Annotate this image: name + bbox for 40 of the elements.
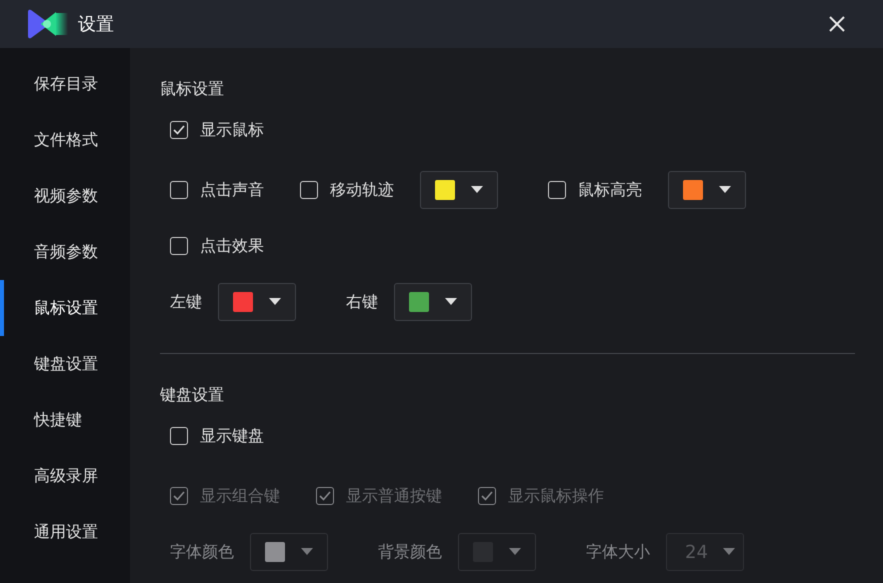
check-icon [173, 491, 185, 501]
field-label: 右键 [346, 292, 378, 312]
color-picker[interactable] [218, 283, 296, 321]
field-label: 左键 [170, 292, 202, 312]
sidebar-item[interactable]: 快捷键 [0, 392, 130, 448]
field-label: 字体颜色 [170, 542, 234, 562]
color-picker[interactable] [668, 171, 746, 209]
window-title: 设置 [78, 13, 115, 36]
sidebar-item[interactable]: 键盘设置 [0, 336, 130, 392]
checkbox[interactable]: 点击声音 [170, 180, 264, 200]
caret-icon [445, 298, 457, 306]
sidebar-item[interactable]: 保存目录 [0, 56, 130, 112]
check-icon [481, 491, 493, 501]
checkbox[interactable]: 鼠标高亮 [548, 180, 642, 200]
close-icon[interactable] [829, 16, 845, 32]
sidebar-item[interactable]: 鼠标设置 [0, 280, 130, 336]
sidebar-item[interactable]: 文件格式 [0, 112, 130, 168]
checkbox[interactable]: 显示键盘 [170, 426, 264, 446]
sidebar-item[interactable]: 音频参数 [0, 224, 130, 280]
caret-icon [301, 548, 313, 556]
sidebar-item[interactable]: 视频参数 [0, 168, 130, 224]
caret-icon [509, 548, 521, 556]
section-title: 鼠标设置 [160, 78, 225, 100]
color-picker[interactable] [420, 171, 498, 209]
check-icon [319, 491, 331, 501]
field-label: 背景颜色 [378, 542, 442, 562]
caret-icon [719, 186, 731, 194]
checkbox[interactable]: 显示鼠标 [170, 120, 264, 140]
checkbox[interactable]: 移动轨迹 [300, 180, 394, 200]
check-icon [173, 125, 185, 135]
color-picker[interactable] [394, 283, 472, 321]
sidebar-item[interactable]: 高级录屏 [0, 448, 130, 504]
caret-icon [269, 298, 281, 306]
section-title: 键盘设置 [160, 384, 225, 406]
checkbox[interactable]: 点击效果 [170, 236, 264, 256]
caret-icon [471, 186, 483, 194]
caret-icon [723, 548, 735, 556]
field-label: 字体大小 [586, 542, 650, 562]
logo-icon [26, 9, 70, 39]
sidebar-item[interactable]: 通用设置 [0, 504, 130, 560]
